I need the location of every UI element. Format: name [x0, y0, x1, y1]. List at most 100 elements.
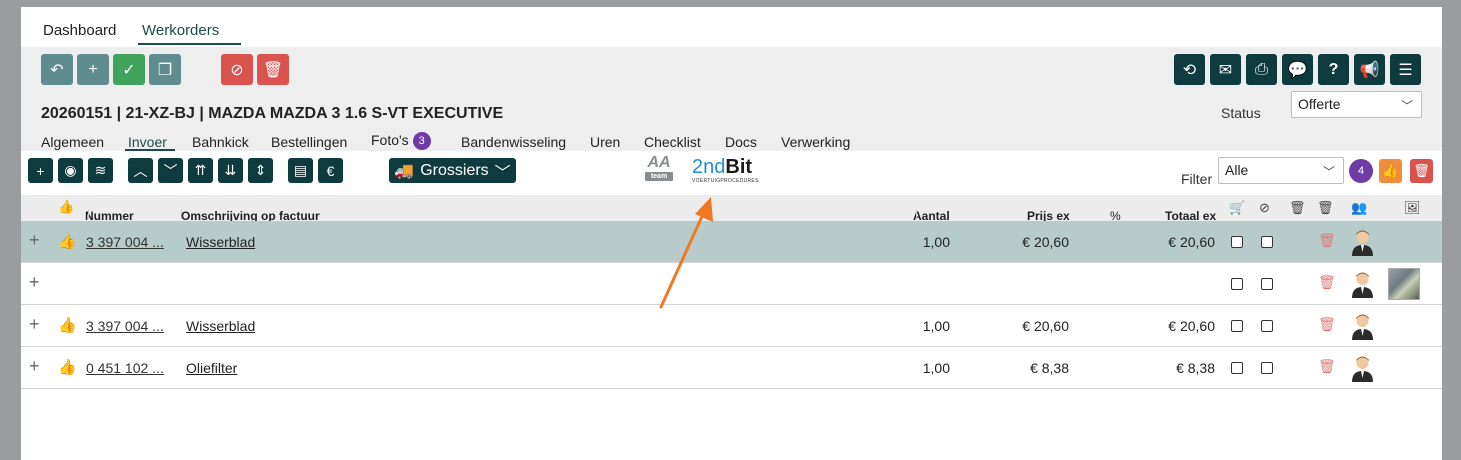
nav-dashboard[interactable]: Dashboard	[43, 22, 116, 39]
row-omschrijving[interactable]: Oliefilter	[186, 360, 237, 376]
ban-icon: ⊘	[230, 61, 244, 79]
table-row[interactable]: + 👍 3 397 004 ... Wisserblad 1,00 € 20,6…	[21, 221, 1442, 263]
tab-fotos-label: Foto's	[371, 132, 409, 148]
back-button[interactable]: ↶	[41, 54, 73, 85]
table-row[interactable]: + 🗑	[21, 263, 1442, 305]
expand-row-icon[interactable]: +	[29, 314, 40, 335]
tab-uren[interactable]: Uren	[590, 134, 620, 150]
add-button[interactable]: +	[77, 54, 109, 85]
menu-button[interactable]: ☰	[1390, 54, 1421, 85]
order-checkbox[interactable]	[1231, 278, 1243, 290]
row-totaal: € 8,38	[1176, 360, 1215, 376]
notes-button[interactable]: ▤	[288, 158, 313, 183]
aa-team-logo[interactable]: AA team	[645, 155, 673, 184]
filter-select[interactable]: Alle ﹀	[1218, 157, 1344, 184]
status-select[interactable]: Offerte ﹀	[1291, 91, 1422, 118]
sort-icon: ⇕	[254, 162, 267, 178]
exclude-checkbox[interactable]	[1261, 362, 1273, 374]
add-line-button[interactable]: +	[28, 158, 53, 183]
chevron-down-icon: ﹀	[1400, 99, 1413, 113]
sort-button[interactable]: ⇕	[248, 158, 273, 183]
cart-icon: 🛒	[1229, 200, 1246, 215]
row-nummer[interactable]: 0 451 102 ...	[86, 360, 164, 376]
table-row[interactable]: + 👍 0 451 102 ... Oliefilter 1,00 € 8,38…	[21, 347, 1442, 389]
mechanic-avatar-icon[interactable]	[1350, 354, 1375, 382]
question-icon: ?	[1328, 60, 1339, 78]
order-checkbox[interactable]	[1231, 320, 1243, 332]
top-navigation: Dashboard Werkorders	[21, 7, 1442, 47]
cancel-button[interactable]: ⊘	[221, 54, 253, 85]
printer-icon: ⎙	[1255, 60, 1268, 78]
print-button[interactable]: ⎙	[1246, 54, 1277, 85]
line-count-badge: 4	[1349, 159, 1373, 183]
tab-algemeen[interactable]: Algemeen	[41, 134, 104, 150]
row-nummer[interactable]: 3 397 004 ...	[86, 318, 164, 334]
copy-button[interactable]: ❐	[149, 54, 181, 85]
order-checkbox[interactable]	[1231, 236, 1243, 248]
price-button[interactable]: €	[318, 158, 343, 183]
confirm-button[interactable]: ✓	[113, 54, 145, 85]
help-button[interactable]: ?	[1318, 54, 1349, 85]
tab-docs[interactable]: Docs	[725, 134, 757, 150]
layers-button[interactable]: ≋	[88, 158, 113, 183]
announce-button[interactable]: 📢	[1354, 54, 1385, 85]
row-totaal: € 20,60	[1168, 318, 1215, 334]
delete-row-icon[interactable]: 🗑	[1318, 358, 1336, 375]
chevron-down-icon: ﹀	[494, 164, 511, 182]
trash-icon: 🗑	[1413, 163, 1430, 178]
delete-row-icon[interactable]: 🗑	[1318, 274, 1336, 291]
move-down-button[interactable]: ﹀	[158, 158, 183, 183]
tab-verwerking[interactable]: Verwerking	[781, 134, 850, 150]
status-value: Offerte	[1298, 96, 1341, 112]
exclude-checkbox[interactable]	[1261, 278, 1273, 290]
2ndbit-logo-sub: VOERTUIGPROCEDURES	[692, 178, 759, 184]
approve-all-button[interactable]: 👍	[1379, 159, 1402, 183]
chat-button[interactable]: 💬	[1282, 54, 1313, 85]
row-prijs: € 20,60	[1022, 318, 1069, 334]
expand-row-icon[interactable]: +	[29, 272, 40, 293]
nav-werkorders[interactable]: Werkorders	[142, 22, 219, 39]
row-omschrijving[interactable]: Wisserblad	[186, 234, 255, 250]
tab-bandenwisseling[interactable]: Bandenwisseling	[461, 134, 566, 150]
expand-row-icon[interactable]: +	[29, 356, 40, 377]
mail-button[interactable]: ✉	[1210, 54, 1241, 85]
delete-button[interactable]: 🗑	[257, 54, 289, 85]
move-top-button[interactable]: ⇈	[188, 158, 213, 183]
move-up-button[interactable]: ︿	[128, 158, 153, 183]
order-checkbox[interactable]	[1231, 362, 1243, 374]
mechanic-avatar-icon[interactable]	[1350, 270, 1375, 298]
delete-all-button[interactable]: 🗑	[1410, 159, 1433, 183]
mechanic-avatar-icon[interactable]	[1350, 312, 1375, 340]
envelope-icon: ✉	[1218, 61, 1233, 79]
tab-bestellingen[interactable]: Bestellingen	[271, 134, 347, 150]
delete-row-icon[interactable]: 🗑	[1318, 232, 1336, 249]
truck-icon: 🚚	[394, 162, 415, 180]
row-photo-thumbnail[interactable]	[1388, 268, 1420, 300]
tab-fotos[interactable]: Foto's 3	[371, 132, 431, 150]
table-header: 👍 Nummer Omschrijving op factuur Aantal …	[21, 195, 1442, 223]
thumbs-up-icon[interactable]: 👍	[58, 316, 77, 334]
row-omschrijving[interactable]: Wisserblad	[186, 318, 255, 334]
chat-icon: 💬	[1287, 61, 1308, 79]
2ndbit-logo[interactable]: 2ndBit VOERTUIGPROCEDURES	[692, 156, 759, 186]
tab-checklist[interactable]: Checklist	[644, 134, 701, 150]
photo-count-badge: 3	[412, 132, 431, 150]
table-row[interactable]: + 👍 3 397 004 ... Wisserblad 1,00 € 20,6…	[21, 305, 1442, 347]
history-button[interactable]: ⟲	[1174, 54, 1205, 85]
thumbs-up-icon[interactable]: 👍	[58, 232, 77, 250]
delete-row-icon[interactable]: 🗑	[1318, 316, 1336, 333]
row-prijs: € 20,60	[1022, 234, 1069, 250]
exclude-checkbox[interactable]	[1261, 236, 1273, 248]
mechanic-avatar-icon[interactable]	[1350, 228, 1375, 256]
view-button[interactable]: ◉	[58, 158, 83, 183]
tab-bahnkick[interactable]: Bahnkick	[192, 134, 249, 150]
row-nummer[interactable]: 3 397 004 ...	[86, 234, 164, 250]
exclude-checkbox[interactable]	[1261, 320, 1273, 332]
move-bottom-button[interactable]: ⇊	[218, 158, 243, 183]
page-title: 20260151 | 21-XZ-BJ | MAZDA MAZDA 3 1.6 …	[41, 105, 504, 122]
row-aantal: 1,00	[922, 234, 950, 250]
thumbs-up-icon[interactable]: 👍	[58, 358, 77, 376]
grossiers-dropdown[interactable]: 🚚 Grossiers ﹀	[389, 158, 516, 183]
expand-row-icon[interactable]: +	[29, 230, 40, 251]
tab-invoer[interactable]: Invoer	[128, 134, 167, 150]
